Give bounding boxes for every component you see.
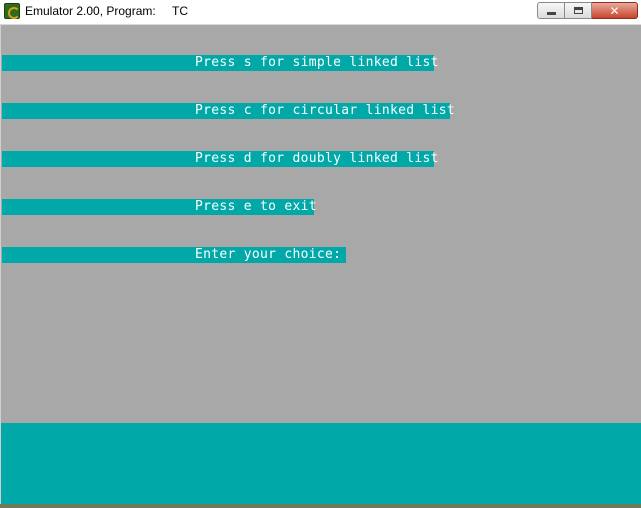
menu-option-simple: Press s for simple linked list [195,55,439,70]
maximize-icon [573,7,583,14]
dos-screen-bottom-area [1,423,641,504]
close-icon: ✕ [609,3,620,18]
menu-option-doubly: Press d for doubly linked list [195,151,439,166]
emulator-app-icon[interactable] [4,3,20,19]
menu-line-doubly: Press d for doubly linked list [2,151,439,167]
maximize-button[interactable] [565,2,592,19]
window-title: Emulator 2.00, Program: [25,4,156,18]
choice-prompt: Enter your choice: [195,247,350,262]
menu-line-exit: Press e to exit [2,199,317,215]
menu-line-simple: Press s for simple linked list [2,55,439,71]
window-controls: ✕ [537,2,638,21]
minimize-button[interactable] [537,2,565,19]
window-bottom-border [0,504,641,508]
menu-option-circular: Press c for circular linked list [195,103,456,118]
dos-screen[interactable]: Press s for simple linked list Press c f… [1,25,641,423]
menu-option-exit: Press e to exit [195,199,317,214]
program-name: TC [172,4,188,18]
menu-line-circular: Press c for circular linked list [2,103,455,119]
minimize-icon [546,12,556,15]
window-title-bar[interactable]: Emulator 2.00, Program: TC ✕ [0,0,641,25]
close-button[interactable]: ✕ [592,2,638,19]
menu-line-prompt: Enter your choice: [2,247,346,263]
